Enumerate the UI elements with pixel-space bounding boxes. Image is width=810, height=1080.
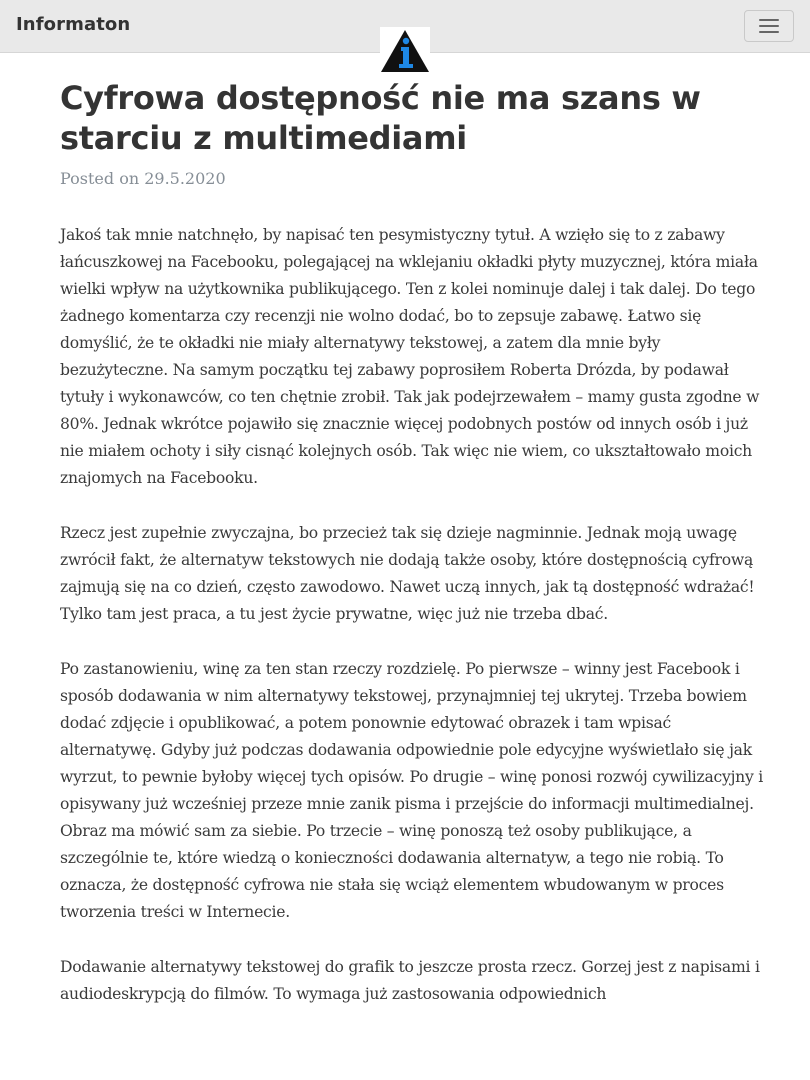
blog-post: Cyfrowa dostępność nie ma szans w starci… bbox=[60, 78, 760, 188]
paragraph: Jakoś tak mnie natchnęło, by napisać ten… bbox=[60, 226, 760, 487]
paragraph: Dodawanie alternatywy tekstowej do grafi… bbox=[60, 958, 760, 1003]
post-meta: Posted on 29.5.2020 bbox=[60, 169, 760, 188]
paragraph: Rzecz jest zupełnie zwyczajna, bo przeci… bbox=[60, 524, 755, 623]
post-date: 29.5.2020 bbox=[144, 169, 226, 188]
post-title: Cyfrowa dostępność nie ma szans w starci… bbox=[60, 79, 701, 157]
posted-on-label: Posted on bbox=[60, 169, 140, 188]
post-body: Jakoś tak mnie natchnęło, by napisać ten… bbox=[60, 222, 765, 1036]
hamburger-menu-icon[interactable] bbox=[744, 10, 794, 42]
info-triangle-logo-icon bbox=[380, 27, 430, 73]
paragraph: Po zastanowieniu, winę za ten stan rzecz… bbox=[60, 660, 763, 921]
brand-link[interactable]: Informaton bbox=[16, 14, 130, 35]
